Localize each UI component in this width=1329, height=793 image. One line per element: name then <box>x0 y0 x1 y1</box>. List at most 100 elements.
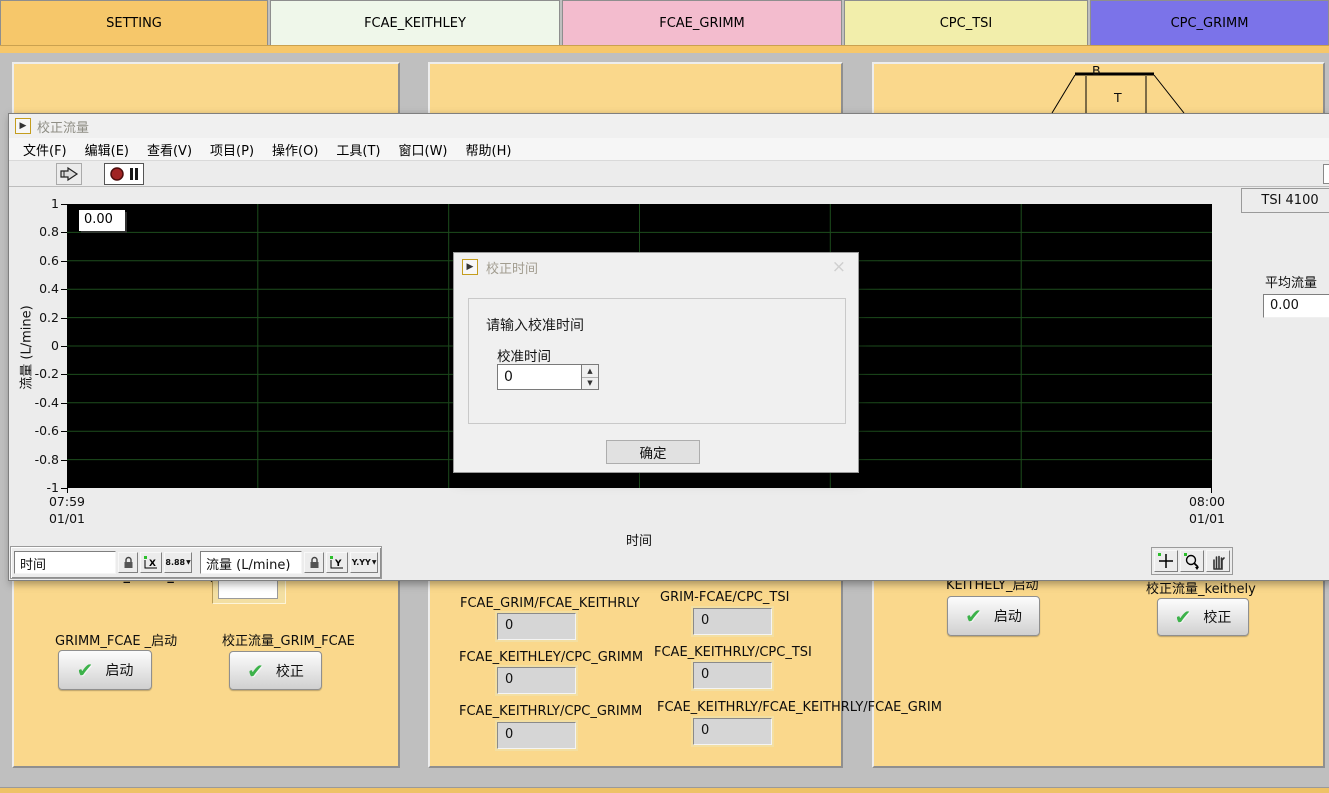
check-icon: ✔ <box>965 606 982 626</box>
menu-tools[interactable]: 工具(T) <box>327 140 389 159</box>
grimm-fcae-start-button-label: 启动 <box>105 660 133 680</box>
svg-text:Y: Y <box>334 559 342 569</box>
ratio-label: FCAE_KEITHRLY/FCAE_KEITHRLY/FCAE_GRIM <box>657 700 942 715</box>
tab-fcae-grimm-label: FCAE_GRIMM <box>659 16 745 31</box>
y-scale-lock-button[interactable] <box>304 552 324 573</box>
tab-setting[interactable]: SETTING <box>0 0 268 46</box>
dropdown-icon: ▼ <box>372 559 377 566</box>
ratio-label: FCAE_GRIM/FCAE_KEITHRLY <box>460 596 640 611</box>
check-icon: ✔ <box>1175 607 1192 627</box>
cal-flow-keithely-button[interactable]: ✔ 校正 <box>1157 598 1249 636</box>
x-scale-lock-button[interactable] <box>118 552 138 573</box>
y-scale-name-box[interactable]: 流量 (L/mine) <box>200 551 302 574</box>
cal-flow-grim-fcae-button-label: 校正 <box>276 661 304 681</box>
cal-flow-grim-fcae-button[interactable]: ✔ 校正 <box>229 651 322 690</box>
x-format-button[interactable]: 8.88 ▼ <box>164 552 192 573</box>
x-start-time: 07:59 <box>37 493 97 510</box>
y-tick: -0.4 <box>9 395 59 410</box>
dropdown-icon: ▼ <box>186 559 191 566</box>
y-tick: -0.6 <box>9 423 59 438</box>
cal-flow-grim-fcae-label: 校正流量_GRIM_FCAE <box>222 630 355 649</box>
tab-fcae-keithley-label: FCAE_KEITHLEY <box>364 16 466 31</box>
y-tick: 0.6 <box>9 253 59 268</box>
bottom-strip <box>0 787 1329 793</box>
shape-b-label: B <box>1092 63 1101 78</box>
tab-cpc-grimm-label: CPC_GRIMM <box>1171 16 1249 31</box>
pause-icon[interactable] <box>130 168 138 180</box>
graph-palette <box>1151 547 1233 575</box>
magnifier-icon <box>1183 552 1201 570</box>
screen: SETTING FCAE_KEITHLEY FCAE_GRIMM CPC_TSI… <box>0 0 1329 793</box>
grimm-fcae-start-label: GRIMM_FCAE _启动 <box>55 630 177 649</box>
ratio-label: FCAE_KEITHLEY/CPC_GRIMM <box>459 650 643 665</box>
menu-operate[interactable]: 操作(O) <box>263 140 327 159</box>
dialog-prompt: 请输入校准时间 <box>486 315 584 335</box>
scale-legend: 时间 X 8.88 ▼ 流量 (L/mine) <box>10 546 382 579</box>
dialog-titlebar[interactable]: ▶ 校正时间 × <box>454 253 858 281</box>
zoom-tool-button[interactable] <box>1180 550 1204 572</box>
stop-pause-group <box>104 163 144 185</box>
ratio-value: 0 <box>693 718 772 745</box>
x-tick-start: 07:59 01/01 <box>37 493 97 527</box>
x-axis-title: 时间 <box>609 530 669 549</box>
spinner-down-icon[interactable]: ▼ <box>582 378 598 390</box>
menu-project[interactable]: 项目(P) <box>201 140 263 159</box>
ratio-value: 0 <box>497 613 576 640</box>
ratio-value: 0 <box>497 722 576 749</box>
trapezoid-shape <box>1040 60 1200 113</box>
ok-button[interactable]: 确定 <box>606 440 700 464</box>
check-icon: ✔ <box>247 661 264 681</box>
labview-vi-icon: ▶ <box>462 259 478 275</box>
crosshair-icon <box>1157 552 1175 570</box>
spinner-up-icon[interactable]: ▲ <box>582 365 598 378</box>
menu-help[interactable]: 帮助(H) <box>457 140 521 159</box>
menu-edit[interactable]: 编辑(E) <box>76 140 138 159</box>
y-tick: 0 <box>9 338 59 353</box>
lock-icon <box>123 556 134 569</box>
toolbar <box>9 161 1329 187</box>
tab-body-strip <box>0 45 1329 53</box>
pan-tool-button[interactable] <box>1206 550 1230 572</box>
tab-tsi-4100[interactable]: TSI 4100 <box>1241 188 1329 213</box>
y-autoscale-button[interactable]: Y <box>326 552 348 573</box>
x-end-date: 01/01 <box>1177 510 1237 527</box>
ratio-label: FCAE_KEITHRLY/CPC_GRIMM <box>459 704 642 719</box>
cursor-tool-button[interactable] <box>1154 550 1178 572</box>
ratio-label: GRIM-FCAE/CPC_TSI <box>660 590 789 605</box>
average-flow-label: 平均流量 <box>1265 272 1317 291</box>
menu-view[interactable]: 查看(V) <box>138 140 201 159</box>
window-titlebar[interactable]: ▶ 校正流量 <box>9 114 1329 138</box>
spinner: ▲ ▼ <box>581 365 598 389</box>
x-scale-name-box[interactable]: 时间 <box>14 551 116 574</box>
menu-file[interactable]: 文件(F) <box>14 140 76 159</box>
x-autoscale-button[interactable]: X <box>140 552 162 573</box>
y-format-label: Y.YY <box>352 558 371 567</box>
x-end-time: 08:00 <box>1177 493 1237 510</box>
calibration-time-dialog: ▶ 校正时间 × 请输入校准时间 校准时间 0 ▲ ▼ 确定 <box>453 252 859 473</box>
lock-icon <box>309 556 320 569</box>
run-arrow-icon <box>59 166 79 182</box>
tab-fcae-keithley[interactable]: FCAE_KEITHLEY <box>270 0 560 45</box>
hand-icon <box>1210 553 1226 570</box>
calibration-time-input[interactable]: 0 ▲ ▼ <box>497 364 599 390</box>
x-format-label: 8.88 <box>165 558 185 567</box>
tab-cpc-grimm[interactable]: CPC_GRIMM <box>1090 0 1329 45</box>
tab-cpc-tsi-label: CPC_TSI <box>940 16 993 31</box>
grimm-fcae-start-button[interactable]: ✔ 启动 <box>58 650 152 690</box>
x-start-date: 01/01 <box>37 510 97 527</box>
y-tick: 0.4 <box>9 281 59 296</box>
tab-cpc-tsi[interactable]: CPC_TSI <box>844 0 1088 45</box>
ratio-value: 0 <box>693 662 772 689</box>
close-icon[interactable]: × <box>832 257 846 277</box>
menu-window[interactable]: 窗口(W) <box>390 140 457 159</box>
keithely-start-button-label: 启动 <box>994 606 1022 626</box>
tab-fcae-grimm[interactable]: FCAE_GRIMM <box>562 0 842 45</box>
y-format-button[interactable]: Y.YY ▼ <box>350 552 378 573</box>
y-tick: -0.8 <box>9 452 59 467</box>
x-autoscale-icon: X <box>143 555 159 570</box>
dialog-title: 校正时间 <box>486 258 538 277</box>
stop-icon[interactable] <box>110 167 124 181</box>
svg-text:X: X <box>149 559 156 569</box>
run-button[interactable] <box>56 163 82 185</box>
keithely-start-button[interactable]: ✔ 启动 <box>947 596 1040 636</box>
